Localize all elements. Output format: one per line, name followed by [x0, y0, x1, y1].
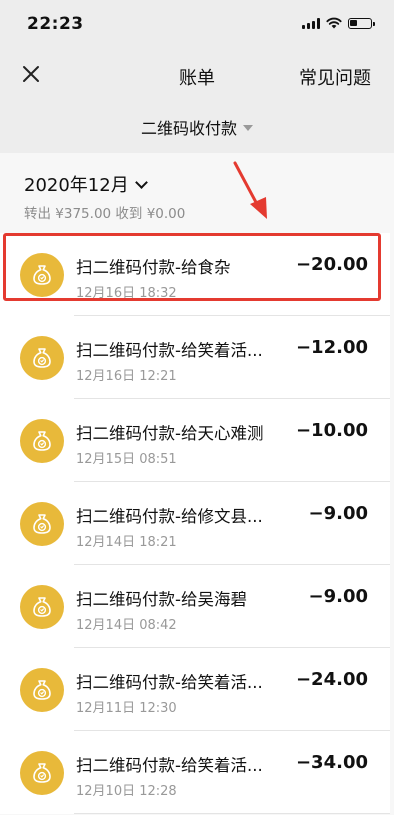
transaction-title: 扫二维码付款-给笑着活...	[76, 341, 263, 360]
transaction-date: 12月16日 18:32	[76, 286, 177, 301]
transaction-date: 12月15日 08:51	[76, 452, 177, 467]
wifi-icon	[326, 17, 342, 29]
money-bag-icon	[20, 253, 64, 297]
transaction-amount: −24.00	[295, 669, 368, 690]
transaction-date: 12月11日 12:30	[76, 701, 177, 716]
transaction-amount: −10.00	[295, 420, 368, 441]
month-label: 2020年12月	[24, 175, 129, 196]
money-bag-icon	[20, 336, 64, 380]
month-summary: 转出 ¥375.00 收到 ¥0.00	[24, 206, 186, 222]
close-button[interactable]	[18, 61, 44, 87]
transaction-title: 扫二维码付款-给天心难测	[76, 424, 264, 443]
transaction-date: 12月14日 08:42	[76, 618, 177, 633]
transaction-date: 12月10日 12:28	[76, 784, 177, 799]
transaction-title: 扫二维码付款-给笑着活...	[76, 673, 263, 692]
transaction-title: 扫二维码付款-给吴海碧	[76, 590, 247, 609]
money-bag-icon	[20, 585, 64, 629]
transaction-amount: −20.00	[295, 254, 368, 275]
transaction-amount: −9.00	[308, 586, 369, 607]
divider	[74, 813, 390, 814]
signal-icon	[302, 17, 320, 29]
nav-bar: 账单 常见问题	[0, 50, 394, 100]
money-bag-icon	[20, 419, 64, 463]
money-bag-icon	[20, 502, 64, 546]
transaction-date: 12月16日 12:21	[76, 369, 177, 384]
battery-icon	[348, 17, 375, 29]
close-icon	[23, 66, 39, 82]
transaction-item[interactable]: 扫二维码付款-给天心难测 12月15日 08:51 −10.00	[0, 399, 390, 482]
transaction-amount: −9.00	[308, 503, 369, 524]
status-icons	[302, 17, 375, 29]
filter-label: 二维码收付款	[140, 119, 237, 138]
transaction-date: 12月14日 18:21	[76, 535, 177, 550]
money-bag-icon	[20, 668, 64, 712]
filter-dropdown[interactable]: 二维码收付款	[0, 114, 394, 140]
caret-down-icon	[243, 125, 253, 131]
transaction-item[interactable]: 扫二维码付款-给笑着活... 12月16日 12:21 −12.00	[0, 316, 390, 399]
chevron-down-icon	[134, 175, 148, 189]
faq-link[interactable]: 常见问题	[299, 64, 371, 90]
transaction-item[interactable]: 扫二维码付款-给笑着活... 12月11日 12:30 −24.00	[0, 648, 390, 731]
bill-list: 2020年12月 转出 ¥375.00 收到 ¥0.00 扫二维码付款-给食杂 …	[0, 153, 394, 815]
month-selector[interactable]: 2020年12月	[24, 171, 148, 197]
transaction-title: 扫二维码付款-给修文县...	[76, 507, 263, 526]
transaction-title: 扫二维码付款-给笑着活...	[76, 756, 263, 775]
transaction-amount: −34.00	[295, 752, 368, 773]
transaction-item[interactable]: 扫二维码付款-给笑着活... 12月10日 12:28 −34.00	[0, 731, 390, 814]
transaction-item[interactable]: 扫二维码付款-给吴海碧 12月14日 08:42 −9.00	[0, 565, 390, 648]
transaction-amount: −12.00	[295, 337, 368, 358]
status-time: 22:23	[27, 14, 84, 34]
status-bar: 22:23	[0, 0, 394, 50]
money-bag-icon	[20, 751, 64, 795]
transaction-title: 扫二维码付款-给食杂	[76, 258, 231, 277]
transaction-item[interactable]: 扫二维码付款-给食杂 12月16日 18:32 −20.00	[0, 233, 390, 316]
transaction-item[interactable]: 扫二维码付款-给修文县... 12月14日 18:21 −9.00	[0, 482, 390, 565]
